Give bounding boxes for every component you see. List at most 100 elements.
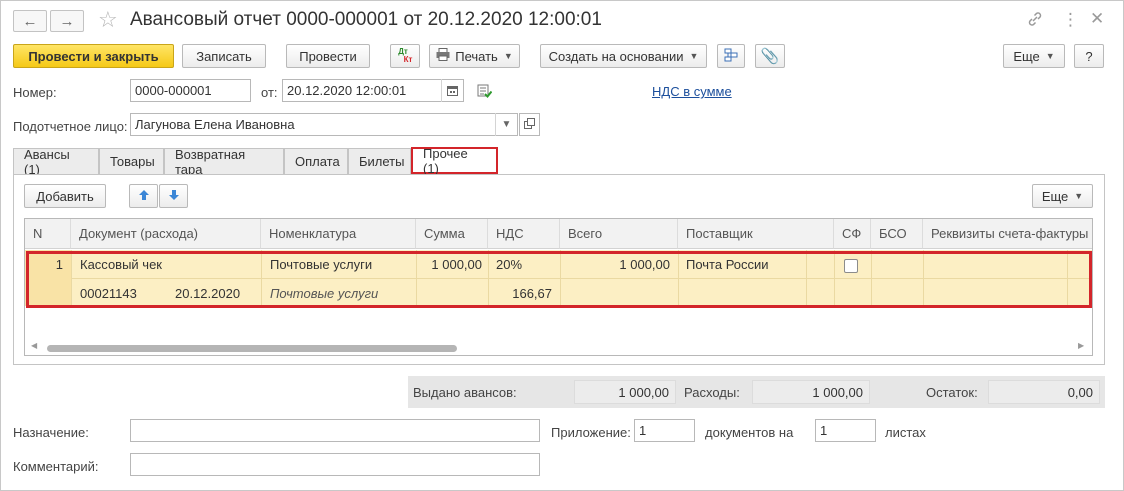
sum-cell[interactable]: 1 000,00 xyxy=(416,257,482,272)
comment-field[interactable] xyxy=(130,453,540,476)
help-button[interactable]: ? xyxy=(1074,44,1104,68)
accountable-person-label: Подотчетное лицо: xyxy=(13,119,128,134)
other-expenses-table: N Документ (расхода) Номенклатура Сумма … xyxy=(24,218,1093,356)
column-header-nomenclature[interactable]: Номенклатура xyxy=(261,219,416,249)
tab-advances-label: Авансы (1) xyxy=(24,146,70,177)
back-button[interactable]: ← xyxy=(13,10,47,32)
totals-bar: Выдано авансов: 1 000,00 Расходы: 1 000,… xyxy=(408,376,1105,408)
tab-tickets[interactable]: Билеты xyxy=(348,148,411,174)
supplier-cell[interactable]: Почта России xyxy=(686,257,769,272)
column-header-bso[interactable]: БСО xyxy=(871,219,923,249)
document-date-cell[interactable]: 20.12.2020 xyxy=(175,286,240,301)
attachment-docs-value: 1 xyxy=(639,423,647,438)
column-header-sum[interactable]: Сумма xyxy=(416,219,488,249)
column-header-n[interactable]: N xyxy=(25,219,71,249)
total-cell: 1 000,00 xyxy=(619,257,670,272)
save-label: Записать xyxy=(196,48,252,64)
row-number: 1 xyxy=(55,257,63,272)
expenses-value: 1 000,00 xyxy=(752,380,870,404)
save-button[interactable]: Записать xyxy=(182,44,266,68)
structure-button[interactable] xyxy=(717,44,745,68)
scroll-left-icon[interactable]: ◀ xyxy=(31,341,37,350)
calendar-icon[interactable] xyxy=(441,79,463,102)
post-and-close-label: Провести и закрыть xyxy=(28,48,159,64)
attachment-sheets-field[interactable]: 1 xyxy=(815,419,876,442)
number-field[interactable]: 0000-000001 xyxy=(130,79,251,102)
sf-cell[interactable] xyxy=(844,259,858,273)
sf-checkbox[interactable] xyxy=(844,259,858,273)
nomenclature-cell[interactable]: Почтовые услуги xyxy=(270,257,372,272)
attachment-sheets-value: 1 xyxy=(820,423,828,438)
date-field[interactable]: 20.12.2020 12:00:01 xyxy=(282,79,464,102)
link-icon[interactable] xyxy=(1027,11,1043,31)
dropdown-caret-icon: ▼ xyxy=(1045,51,1055,61)
horizontal-scrollbar-thumb[interactable] xyxy=(47,345,457,352)
arrow-left-icon: ← xyxy=(22,12,38,30)
column-header-document[interactable]: Документ (расхода) xyxy=(71,219,261,249)
purpose-field[interactable] xyxy=(130,419,540,442)
number-value: 0000-000001 xyxy=(135,83,212,98)
document-structure-icon xyxy=(724,48,738,65)
vat-amount-cell[interactable]: 166,67 xyxy=(488,286,552,301)
post-button[interactable]: Провести xyxy=(286,44,370,68)
row-subline xyxy=(71,278,1092,279)
tab-advances[interactable]: Авансы (1) xyxy=(13,146,99,177)
add-row-label: Добавить xyxy=(36,188,94,204)
column-header-invoice-details[interactable]: Реквизиты счета-фактуры xyxy=(923,219,1092,249)
column-header-total[interactable]: Всего xyxy=(560,219,678,249)
chevron-down-icon[interactable]: ▼ xyxy=(495,113,517,136)
post-and-close-button[interactable]: Провести и закрыть xyxy=(13,44,174,68)
open-person-button[interactable] xyxy=(519,113,540,136)
accountable-person-field[interactable]: Лагунова Елена Ивановна ▼ xyxy=(130,113,518,136)
arrow-down-icon xyxy=(168,189,180,204)
window-title: Авансовый отчет 0000-000001 от 20.12.202… xyxy=(130,9,602,30)
balance-value: 0,00 xyxy=(988,380,1100,404)
tab-payment[interactable]: Оплата xyxy=(284,148,348,174)
tab-goods[interactable]: Товары xyxy=(99,148,164,174)
scroll-right-icon[interactable]: ▶ xyxy=(1078,341,1084,350)
column-header-supplier[interactable]: Поставщик xyxy=(678,219,834,249)
more-button[interactable]: Еще ▼ xyxy=(1003,44,1065,68)
column-header-vat[interactable]: НДС xyxy=(488,219,560,249)
attachment-docs-field[interactable]: 1 xyxy=(634,419,695,442)
tab-returnable-packaging[interactable]: Возвратная тара xyxy=(164,146,284,177)
tab-returnable-packaging-label: Возвратная тара xyxy=(175,146,246,177)
tab-goods-label: Товары xyxy=(110,154,155,169)
documents-on-label: документов на xyxy=(705,425,794,440)
document-number-cell[interactable]: 00021143 xyxy=(80,286,137,301)
number-label: Номер: xyxy=(13,85,57,100)
document-status-icon[interactable] xyxy=(477,84,493,101)
favorite-star-icon[interactable]: ☆ xyxy=(98,7,118,33)
move-down-button[interactable] xyxy=(159,184,188,208)
tab-payment-label: Оплата xyxy=(295,154,340,169)
open-in-window-icon xyxy=(524,117,535,132)
close-icon[interactable]: ✕ xyxy=(1090,9,1104,29)
dropdown-caret-icon: ▼ xyxy=(689,51,699,61)
date-value: 20.12.2020 12:00:01 xyxy=(287,83,407,98)
document-type-cell[interactable]: Кассовый чек xyxy=(80,257,162,272)
print-button[interactable]: Печать ▼ xyxy=(429,44,520,68)
attach-file-button[interactable]: 📎 xyxy=(755,44,785,68)
column-header-sf[interactable]: СФ xyxy=(834,219,871,249)
dropdown-caret-icon: ▼ xyxy=(503,51,513,61)
vat-in-sum-link[interactable]: НДС в сумме xyxy=(652,84,732,99)
dtkt-button[interactable]: Дт Кт xyxy=(390,44,420,68)
nomenclature-sub-cell: Почтовые услуги xyxy=(270,286,379,301)
forward-button[interactable]: → xyxy=(50,10,84,32)
table-more-button[interactable]: Еще ▼ xyxy=(1032,184,1093,208)
tab-other[interactable]: Прочее (1) xyxy=(411,146,498,176)
arrow-right-icon: → xyxy=(59,12,75,30)
date-label: от: xyxy=(261,85,278,100)
purpose-label: Назначение: xyxy=(13,425,89,440)
sheets-label: листах xyxy=(885,425,926,440)
expenses-label: Расходы: xyxy=(684,385,740,400)
create-based-on-button[interactable]: Создать на основании ▼ xyxy=(540,44,707,68)
add-row-button[interactable]: Добавить xyxy=(24,184,106,208)
create-based-on-label: Создать на основании xyxy=(548,48,684,64)
more-vertical-icon[interactable]: ⋮ xyxy=(1062,10,1079,30)
attachment-label: Приложение: xyxy=(551,425,631,440)
dropdown-caret-icon: ▼ xyxy=(1074,191,1084,201)
move-up-button[interactable] xyxy=(129,184,158,208)
advances-issued-label: Выдано авансов: xyxy=(413,385,517,400)
vat-rate-cell[interactable]: 20% xyxy=(496,257,522,272)
